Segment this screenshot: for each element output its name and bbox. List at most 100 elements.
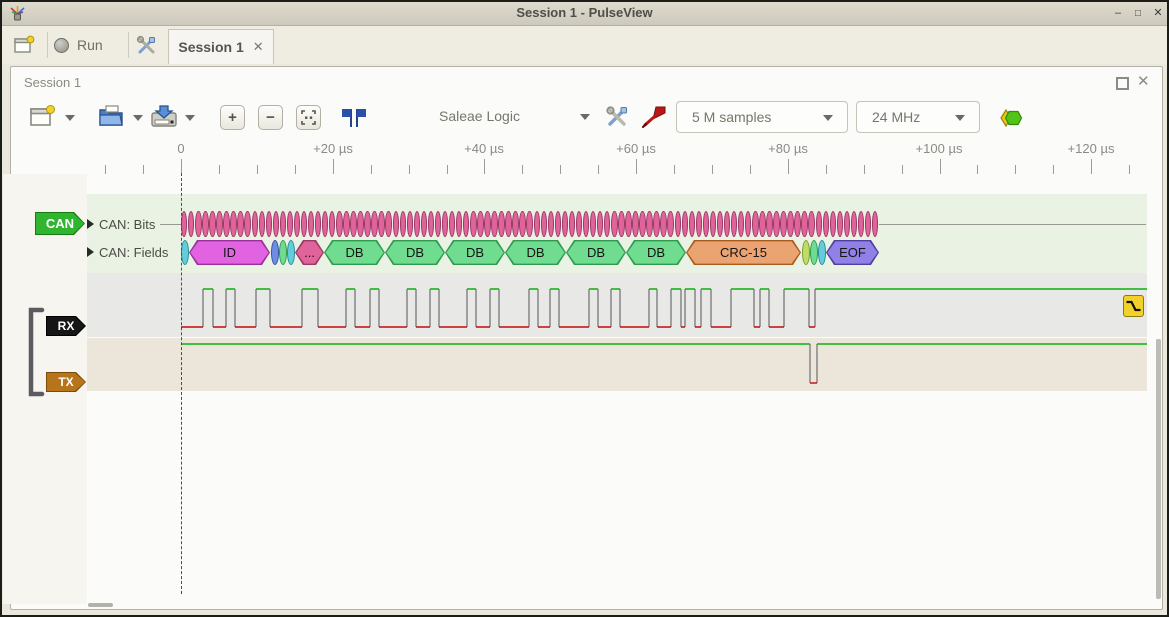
ruler-major-tick xyxy=(333,159,334,174)
ruler-minor-tick xyxy=(977,165,978,174)
ruler-major-tick xyxy=(940,159,941,174)
can-bit-annotation xyxy=(400,211,406,237)
annotation-label xyxy=(819,241,825,264)
chevron-down-icon[interactable] xyxy=(185,115,195,121)
trigger-marker-badge[interactable] xyxy=(1123,295,1144,317)
can-field-marker xyxy=(271,240,279,265)
subwindow-close-icon[interactable]: ✕ xyxy=(1137,72,1150,90)
ruler-label: +80 µs xyxy=(768,141,808,156)
close-button[interactable]: ✕ xyxy=(1150,6,1166,21)
can-bit-annotation xyxy=(371,211,377,237)
configure-device-button[interactable] xyxy=(604,104,630,130)
can-bit-annotation xyxy=(625,211,631,237)
chevron-down-icon[interactable] xyxy=(65,115,75,121)
can-bit-annotation xyxy=(202,211,208,237)
zoom-in-button[interactable]: + xyxy=(220,105,245,130)
run-button[interactable]: Run xyxy=(54,31,103,59)
annotation-label: DB xyxy=(386,241,443,263)
can-bit-annotation xyxy=(830,211,836,237)
channel-group-bracket[interactable] xyxy=(24,307,46,397)
new-session-icon xyxy=(13,35,35,55)
zoom-fit-button[interactable] xyxy=(296,105,321,130)
time-cursor-line[interactable] xyxy=(181,173,182,594)
wrench-screwdriver-icon xyxy=(605,105,629,129)
ruler-label: +100 µs xyxy=(916,141,963,156)
new-session-button[interactable] xyxy=(10,31,38,59)
can-bit-annotation xyxy=(808,211,814,237)
annotation-label: DB xyxy=(627,241,684,263)
device-select[interactable]: Saleae Logic xyxy=(439,108,520,124)
open-button[interactable] xyxy=(96,101,126,131)
expander-bits-icon[interactable] xyxy=(87,219,94,229)
can-bit-annotation xyxy=(794,211,800,237)
float-window-icon[interactable] xyxy=(1116,77,1129,90)
titlebar[interactable]: Session 1 - PulseView – □ ✕ xyxy=(2,2,1167,26)
chevron-down-icon[interactable] xyxy=(133,115,143,121)
add-decoder-button[interactable] xyxy=(994,106,1024,130)
can-bit-annotation xyxy=(801,211,807,237)
can-field-db: DB xyxy=(626,240,686,265)
ruler-minor-tick xyxy=(105,165,106,174)
wrench-screwdriver-icon xyxy=(136,35,157,56)
vertical-scrollbar-thumb[interactable] xyxy=(1156,339,1161,599)
can-bit-annotation xyxy=(555,211,561,237)
sample-rate-value: 24 MHz xyxy=(872,109,920,125)
chevron-down-icon[interactable] xyxy=(580,114,590,120)
show-cursors-button[interactable] xyxy=(338,105,370,131)
decoder-row-bits-label[interactable]: CAN: Bits xyxy=(99,217,155,232)
annotation-label xyxy=(272,241,278,264)
decoder-row-fields-label[interactable]: CAN: Fields xyxy=(99,245,168,260)
expander-fields-icon[interactable] xyxy=(87,247,94,257)
settings-button[interactable] xyxy=(134,33,158,57)
channel-tag-can-label: CAN xyxy=(36,213,84,234)
annotation-label: CRC-15 xyxy=(687,241,799,263)
can-field-marker xyxy=(810,240,818,265)
sample-count-value: 5 M samples xyxy=(692,109,771,125)
can-bit-annotation xyxy=(237,211,243,237)
maximize-button[interactable]: □ xyxy=(1130,6,1146,21)
pulseview-window: Session 1 - PulseView – □ ✕ Run xyxy=(0,0,1169,617)
minimize-button[interactable]: – xyxy=(1110,6,1126,21)
can-bit-annotation xyxy=(675,211,681,237)
can-bit-annotation xyxy=(534,211,540,237)
can-bit-annotation xyxy=(364,211,370,237)
save-button[interactable] xyxy=(148,101,180,131)
toolbar-separator xyxy=(128,32,129,58)
annotation-label: DB xyxy=(325,241,383,263)
tab-close-icon[interactable]: ✕ xyxy=(253,39,264,55)
can-field-db: DB xyxy=(324,240,385,265)
run-label: Run xyxy=(77,37,103,53)
can-field-eof: EOF xyxy=(826,240,879,265)
tab-session-1[interactable]: Session 1 ✕ xyxy=(168,29,274,64)
can-bit-annotation xyxy=(414,211,420,237)
can-bit-annotation xyxy=(682,211,688,237)
can-bit-annotation xyxy=(773,211,779,237)
can-bit-annotation xyxy=(780,211,786,237)
can-bit-annotation xyxy=(266,211,272,237)
new-view-icon xyxy=(29,104,55,128)
can-bit-annotation xyxy=(484,211,490,237)
chevron-down-icon xyxy=(955,115,965,121)
new-view-button[interactable] xyxy=(28,102,56,130)
annotation-label: DB xyxy=(567,241,624,263)
ruler-minor-tick xyxy=(295,165,296,174)
sample-rate-select[interactable]: 24 MHz xyxy=(856,101,980,133)
can-field-db: DB xyxy=(445,240,505,265)
can-bit-annotation xyxy=(223,211,229,237)
can-bit-annotation xyxy=(470,211,476,237)
can-bit-annotation xyxy=(259,211,265,237)
can-bit-annotation xyxy=(816,211,822,237)
annotation-label xyxy=(280,241,286,264)
tab-label: Session 1 xyxy=(178,39,243,55)
sample-count-select[interactable]: 5 M samples xyxy=(676,101,848,133)
bits-row-line xyxy=(879,224,1146,225)
channel-tag-tx-label: TX xyxy=(47,373,85,391)
channels-button[interactable] xyxy=(640,104,668,130)
ruler-minor-tick xyxy=(902,165,903,174)
zoom-out-button[interactable]: − xyxy=(258,105,283,130)
annotation-label xyxy=(182,241,188,264)
can-bit-annotation xyxy=(407,211,413,237)
horizontal-scrollbar-thumb[interactable] xyxy=(88,603,113,607)
annotation-label: DB xyxy=(506,241,564,263)
can-bit-annotation xyxy=(526,211,532,237)
